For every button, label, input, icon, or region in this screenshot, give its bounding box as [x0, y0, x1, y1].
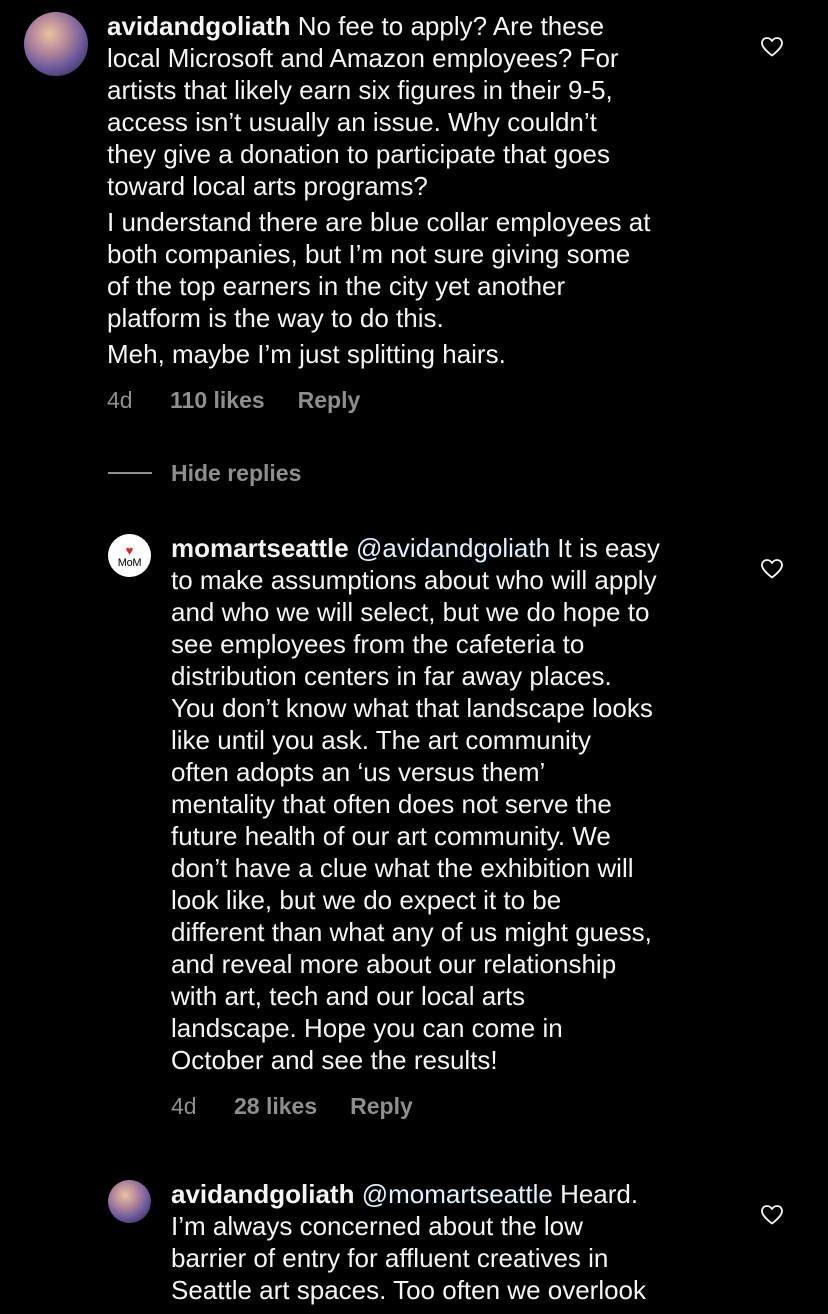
reply-time: 4d [171, 1093, 197, 1119]
reply-likes[interactable]: 28 likes [234, 1092, 317, 1120]
reply-meta: 4d 28 likes Reply [171, 1092, 413, 1120]
avatar-momartseattle[interactable]: ♥ MoM [108, 534, 151, 577]
reply-text: It is easy to make assumptions about who… [171, 533, 660, 1075]
reply-body: momartseattle @avidandgoliath It is easy… [171, 532, 741, 1076]
like-heart-icon[interactable] [759, 35, 785, 59]
comment-meta: 4d 110 likes Reply [107, 386, 360, 414]
reply-mention[interactable]: @momartseattle [362, 1179, 553, 1209]
comment-paragraph-3: Meh, maybe I’m just splitting hairs. [107, 339, 506, 369]
reply-username[interactable]: momartseattle [171, 533, 349, 563]
comment-username[interactable]: avidandgoliath [107, 11, 290, 41]
like-heart-icon[interactable] [759, 1203, 785, 1227]
comment-time: 4d [107, 387, 133, 413]
comment-body: avidandgoliath No fee to apply? Are thes… [107, 10, 737, 370]
reply-button[interactable]: Reply [350, 1092, 413, 1120]
reply-button[interactable]: Reply [298, 386, 361, 414]
mom-logo-text: MoM [117, 556, 142, 569]
reply-username[interactable]: avidandgoliath [171, 1179, 354, 1209]
comment-paragraph-2: I understand there are blue collar emplo… [107, 207, 651, 333]
hide-replies-label: Hide replies [171, 460, 302, 486]
comment-likes[interactable]: 110 likes [170, 386, 265, 414]
hide-replies-button[interactable]: Hide replies [108, 458, 301, 488]
avatar-avidandgoliath[interactable] [108, 1180, 151, 1223]
reply-body: avidandgoliath @momartseattle Heard. I’m… [171, 1178, 741, 1306]
divider-line [108, 472, 152, 474]
heart-logo-icon: ♥ [125, 542, 134, 558]
avatar-avidandgoliath[interactable] [24, 12, 88, 76]
reply-mention[interactable]: @avidandgoliath [356, 533, 550, 563]
like-heart-icon[interactable] [759, 557, 785, 581]
